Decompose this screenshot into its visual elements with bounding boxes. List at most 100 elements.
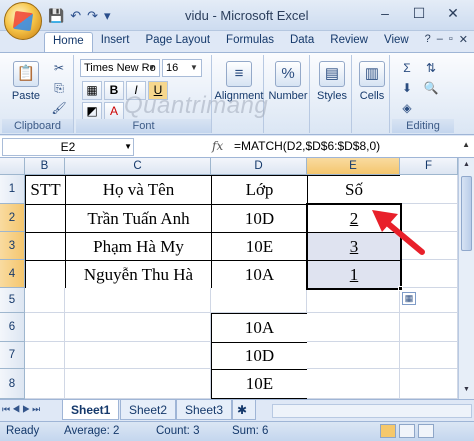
cells-button[interactable]: ▥ Cells bbox=[354, 61, 390, 102]
cell-c1[interactable]: Họ và Tên bbox=[65, 175, 212, 205]
cell-b3[interactable] bbox=[25, 232, 66, 261]
close-button[interactable]: ✕ bbox=[438, 4, 468, 24]
customize-icon[interactable]: ▾ bbox=[104, 8, 111, 24]
cell-b1[interactable]: STT bbox=[25, 175, 66, 205]
tab-page-layout[interactable]: Page Layout bbox=[137, 32, 218, 52]
row-header-8[interactable]: 8 bbox=[0, 369, 25, 399]
tab-insert[interactable]: Insert bbox=[93, 32, 138, 52]
bold-button[interactable]: B bbox=[104, 81, 124, 100]
page-break-view-icon[interactable] bbox=[418, 424, 434, 438]
formula-input[interactable]: =MATCH(D2,$D$6:$D$8,0) bbox=[234, 139, 380, 153]
cell-b6[interactable] bbox=[25, 313, 65, 342]
cell-b4[interactable] bbox=[25, 260, 66, 289]
redo-icon[interactable]: ↷ bbox=[87, 8, 98, 24]
fill-handle[interactable] bbox=[398, 286, 403, 291]
font-name-select[interactable]: Times New Ro ▼ bbox=[80, 59, 160, 77]
row-header-6[interactable]: 6 bbox=[0, 313, 25, 342]
tab-home[interactable]: Home bbox=[44, 32, 93, 52]
cell-c7[interactable] bbox=[65, 342, 211, 369]
auto-fill-options-icon[interactable]: ▦ bbox=[402, 292, 416, 305]
fill-icon[interactable]: ⬇ bbox=[398, 79, 416, 97]
cell-e7[interactable] bbox=[307, 342, 400, 369]
doc-minimize-button[interactable]: – bbox=[437, 33, 443, 46]
cell-b5[interactable] bbox=[25, 288, 65, 313]
fx-icon[interactable]: fx bbox=[212, 139, 223, 153]
cell-d1[interactable]: Lớp bbox=[211, 175, 308, 205]
column-header-b[interactable]: B bbox=[25, 158, 65, 175]
font-size-select[interactable]: 16 ▼ bbox=[162, 59, 202, 77]
cell-d5[interactable] bbox=[211, 288, 307, 313]
sheet-tab-2[interactable]: Sheet2 bbox=[120, 400, 177, 420]
cell-c6[interactable] bbox=[65, 313, 211, 342]
cell-e6[interactable] bbox=[307, 313, 400, 342]
cell-b8[interactable] bbox=[25, 369, 65, 399]
cell-e5[interactable] bbox=[307, 288, 400, 313]
cell-c5[interactable] bbox=[65, 288, 211, 313]
cell-c3[interactable]: Phạm Hà My bbox=[65, 232, 212, 261]
cell-d4[interactable]: 10A bbox=[211, 260, 308, 289]
new-sheet-icon[interactable]: ✱ bbox=[232, 400, 256, 420]
normal-view-icon[interactable] bbox=[380, 424, 396, 438]
horizontal-scrollbar[interactable] bbox=[272, 404, 472, 418]
sheet-tab-1[interactable]: Sheet1 bbox=[62, 400, 120, 420]
select-all-button[interactable] bbox=[0, 158, 25, 175]
scroll-down-icon[interactable]: ▼ bbox=[461, 386, 472, 393]
cell-d8[interactable]: 10E bbox=[211, 369, 308, 399]
cell-e8[interactable] bbox=[307, 369, 400, 399]
cell-b2[interactable] bbox=[25, 204, 66, 233]
clear-icon[interactable]: ◈ bbox=[398, 99, 416, 117]
help-icon[interactable]: ? bbox=[425, 33, 431, 46]
sheet-nav-icon[interactable]: ⏮◀▶⏭ bbox=[2, 404, 42, 415]
minimize-button[interactable]: – bbox=[370, 4, 400, 24]
cut-icon[interactable]: ✂ bbox=[50, 59, 68, 77]
column-header-c[interactable]: C bbox=[65, 158, 211, 175]
row-header-7[interactable]: 7 bbox=[0, 342, 25, 369]
tab-view[interactable]: View bbox=[376, 32, 417, 52]
vertical-scrollbar[interactable]: ▲ ▼ bbox=[458, 158, 474, 399]
tab-formulas[interactable]: Formulas bbox=[218, 32, 282, 52]
sort-filter-icon[interactable]: ⇅ bbox=[422, 59, 440, 77]
cell-c8[interactable] bbox=[65, 369, 211, 399]
paste-button[interactable]: 📋 Paste bbox=[8, 61, 44, 102]
office-button[interactable] bbox=[4, 2, 42, 40]
undo-icon[interactable]: ↶ bbox=[70, 8, 81, 24]
cell-d3[interactable]: 10E bbox=[211, 232, 308, 261]
maximize-button[interactable]: ☐ bbox=[404, 4, 434, 24]
styles-button[interactable]: ▤ Styles bbox=[312, 61, 352, 102]
cell-d6[interactable]: 10A bbox=[211, 313, 308, 343]
cell-f8[interactable] bbox=[400, 369, 458, 399]
save-icon[interactable]: 💾 bbox=[48, 8, 64, 24]
column-header-f[interactable]: F bbox=[400, 158, 458, 175]
row-header-2[interactable]: 2 bbox=[0, 204, 25, 232]
name-box[interactable]: E2 ▼ bbox=[2, 138, 134, 156]
expand-formula-icon[interactable]: ▲ bbox=[462, 140, 470, 149]
sheet-tab-3[interactable]: Sheet3 bbox=[176, 400, 233, 420]
cell-e4[interactable]: 1 bbox=[307, 260, 401, 289]
page-layout-view-icon[interactable] bbox=[399, 424, 415, 438]
cell-b7[interactable] bbox=[25, 342, 65, 369]
row-header-5[interactable]: 5 bbox=[0, 288, 25, 313]
italic-button[interactable]: I bbox=[126, 81, 146, 100]
doc-close-button[interactable]: ✕ bbox=[459, 33, 468, 46]
cell-f6[interactable] bbox=[400, 313, 458, 342]
row-header-1[interactable]: 1 bbox=[0, 175, 25, 204]
row-header-3[interactable]: 3 bbox=[0, 232, 25, 260]
cell-f7[interactable] bbox=[400, 342, 458, 369]
cell-c4[interactable]: Nguyễn Thu Hà bbox=[65, 260, 212, 289]
border-icon[interactable]: ▦ bbox=[82, 81, 102, 100]
cell-d2[interactable]: 10D bbox=[211, 204, 308, 233]
find-icon[interactable]: 🔍 bbox=[422, 79, 440, 97]
column-header-d[interactable]: D bbox=[211, 158, 307, 175]
copy-icon[interactable]: ⎘ bbox=[50, 79, 68, 97]
cell-f4[interactable] bbox=[400, 260, 458, 288]
cell-d7[interactable]: 10D bbox=[211, 342, 308, 370]
scrollbar-thumb[interactable] bbox=[461, 176, 472, 251]
autosum-icon[interactable]: Σ bbox=[398, 59, 416, 77]
alignment-button[interactable]: ≡ Alignment bbox=[214, 61, 264, 102]
tab-data[interactable]: Data bbox=[282, 32, 322, 52]
cell-c2[interactable]: Trần Tuấn Anh bbox=[65, 204, 212, 233]
scroll-up-icon[interactable]: ▲ bbox=[461, 161, 472, 168]
column-header-e[interactable]: E bbox=[307, 158, 400, 175]
underline-button[interactable]: U bbox=[148, 81, 168, 100]
number-button[interactable]: % Number bbox=[266, 61, 310, 102]
